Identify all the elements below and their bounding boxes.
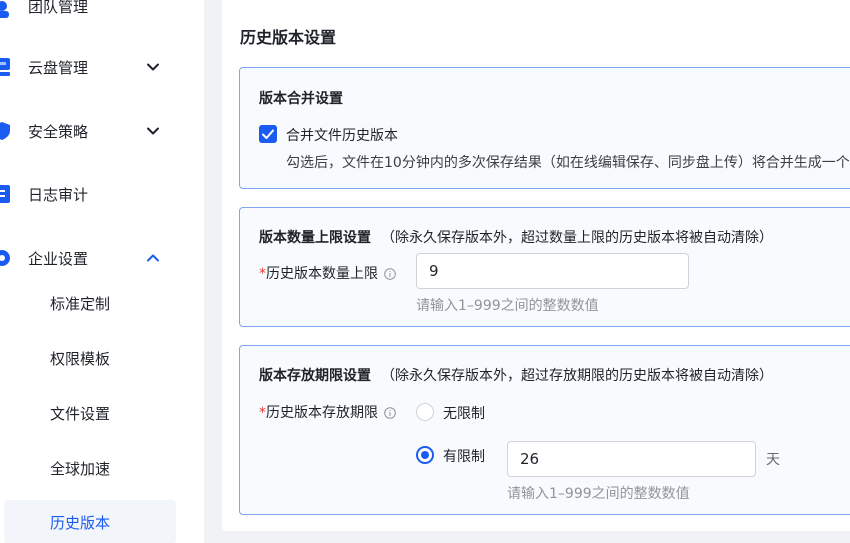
page-title: 历史版本设置 bbox=[240, 28, 337, 47]
team-icon bbox=[0, 1, 9, 18]
chevron-down-icon[interactable] bbox=[145, 123, 161, 139]
sidebar-subitem-standard-customization[interactable]: 标准定制 bbox=[4, 281, 176, 325]
log-icon bbox=[0, 185, 10, 203]
sidebar-item-label: 云盘管理 bbox=[28, 59, 89, 77]
count-limit-hint: 请输入1–999之间的整数数值 bbox=[416, 298, 599, 314]
check-icon bbox=[262, 129, 274, 139]
period-limit-label-text: 历史版本存放期限 bbox=[266, 405, 378, 421]
sidebar-subitem-label: 标准定制 bbox=[50, 295, 111, 313]
chevron-down-icon[interactable] bbox=[145, 59, 161, 75]
sidebar-item-label: 团队管理 bbox=[28, 0, 89, 16]
sidebar-subitem-global-acceleration[interactable]: 全球加速 bbox=[4, 446, 176, 490]
required-mark: * bbox=[259, 405, 266, 421]
enterprise-icon bbox=[0, 250, 10, 266]
sidebar-item-team[interactable]: 团队管理 bbox=[0, 0, 204, 26]
count-limit-title-text: 版本数量上限设置 bbox=[259, 230, 371, 246]
sidebar-item-label: 日志审计 bbox=[28, 186, 89, 204]
chevron-up-icon[interactable] bbox=[145, 250, 161, 266]
sidebar-subitem-label: 权限模板 bbox=[50, 350, 111, 368]
radio-unlimited-label[interactable]: 无限制 bbox=[443, 403, 485, 423]
count-limit-field-label: *历史版本数量上限 bbox=[259, 263, 396, 283]
count-limit-input[interactable] bbox=[416, 253, 689, 289]
period-limit-hint: 请输入1–999之间的整数数值 bbox=[507, 486, 690, 502]
merge-history-checkbox-label[interactable]: 合并文件历史版本 bbox=[286, 125, 398, 145]
sidebar-item-label: 企业设置 bbox=[28, 250, 89, 268]
sidebar-item-log-audit[interactable]: 日志审计 bbox=[0, 174, 204, 214]
radio-limited[interactable] bbox=[416, 446, 434, 464]
period-limit-title: 版本存放期限设置 （除永久保存版本外，超过存放期限的历史版本将被自动清除） bbox=[259, 365, 773, 385]
info-icon[interactable] bbox=[384, 407, 396, 419]
radio-limited-label[interactable]: 有限制 bbox=[443, 446, 485, 466]
period-limit-title-text: 版本存放期限设置 bbox=[259, 368, 371, 384]
merge-history-checkbox[interactable] bbox=[259, 125, 277, 143]
sidebar-subitem-label: 历史版本 bbox=[50, 514, 111, 532]
cloud-disk-icon bbox=[0, 58, 10, 76]
radio-unlimited[interactable] bbox=[416, 403, 434, 421]
period-limit-field-label: *历史版本存放期限 bbox=[259, 402, 396, 422]
merge-settings-card: 版本合并设置 合并文件历史版本 勾选后，文件在10分钟内的多次保存结果（如在线编… bbox=[239, 67, 850, 189]
period-limit-input[interactable] bbox=[507, 441, 756, 477]
merge-description: 勾选后，文件在10分钟内的多次保存结果（如在线编辑保存、同步盘上传）将合并生成一… bbox=[286, 155, 850, 171]
sidebar-subitem-label: 全球加速 bbox=[50, 460, 111, 478]
shield-icon bbox=[0, 122, 10, 140]
days-unit: 天 bbox=[766, 452, 780, 468]
period-limit-card: 版本存放期限设置 （除永久保存版本外，超过存放期限的历史版本将被自动清除） *历史… bbox=[239, 345, 850, 515]
count-limit-note: （除永久保存版本外，超过数量上限的历史版本将被自动清除） bbox=[381, 230, 773, 246]
sidebar-item-cloud-disk[interactable]: 云盘管理 bbox=[0, 47, 204, 87]
info-icon[interactable] bbox=[384, 268, 396, 280]
sidebar-item-label: 安全策略 bbox=[28, 123, 89, 141]
count-limit-card: 版本数量上限设置 （除永久保存版本外，超过数量上限的历史版本将被自动清除） *历史… bbox=[239, 207, 850, 327]
sidebar-subitem-label: 文件设置 bbox=[50, 405, 111, 423]
sidebar: 团队管理 云盘管理 安全策略 日志审计 企业设置 标准定制 权限模板 文件设置 … bbox=[0, 0, 204, 543]
sidebar-item-enterprise-settings[interactable]: 企业设置 bbox=[0, 238, 204, 278]
sidebar-item-security[interactable]: 安全策略 bbox=[0, 111, 204, 151]
count-limit-label-text: 历史版本数量上限 bbox=[266, 266, 378, 282]
period-limit-note: （除永久保存版本外，超过存放期限的历史版本将被自动清除） bbox=[381, 368, 773, 384]
merge-settings-title: 版本合并设置 bbox=[259, 91, 343, 107]
count-limit-title: 版本数量上限设置 （除永久保存版本外，超过数量上限的历史版本将被自动清除） bbox=[259, 227, 773, 247]
sidebar-subitem-file-settings[interactable]: 文件设置 bbox=[4, 391, 176, 435]
required-mark: * bbox=[259, 266, 266, 282]
sidebar-subitem-permission-template[interactable]: 权限模板 bbox=[4, 336, 176, 380]
sidebar-subitem-history-versions[interactable]: 历史版本 bbox=[4, 500, 176, 543]
